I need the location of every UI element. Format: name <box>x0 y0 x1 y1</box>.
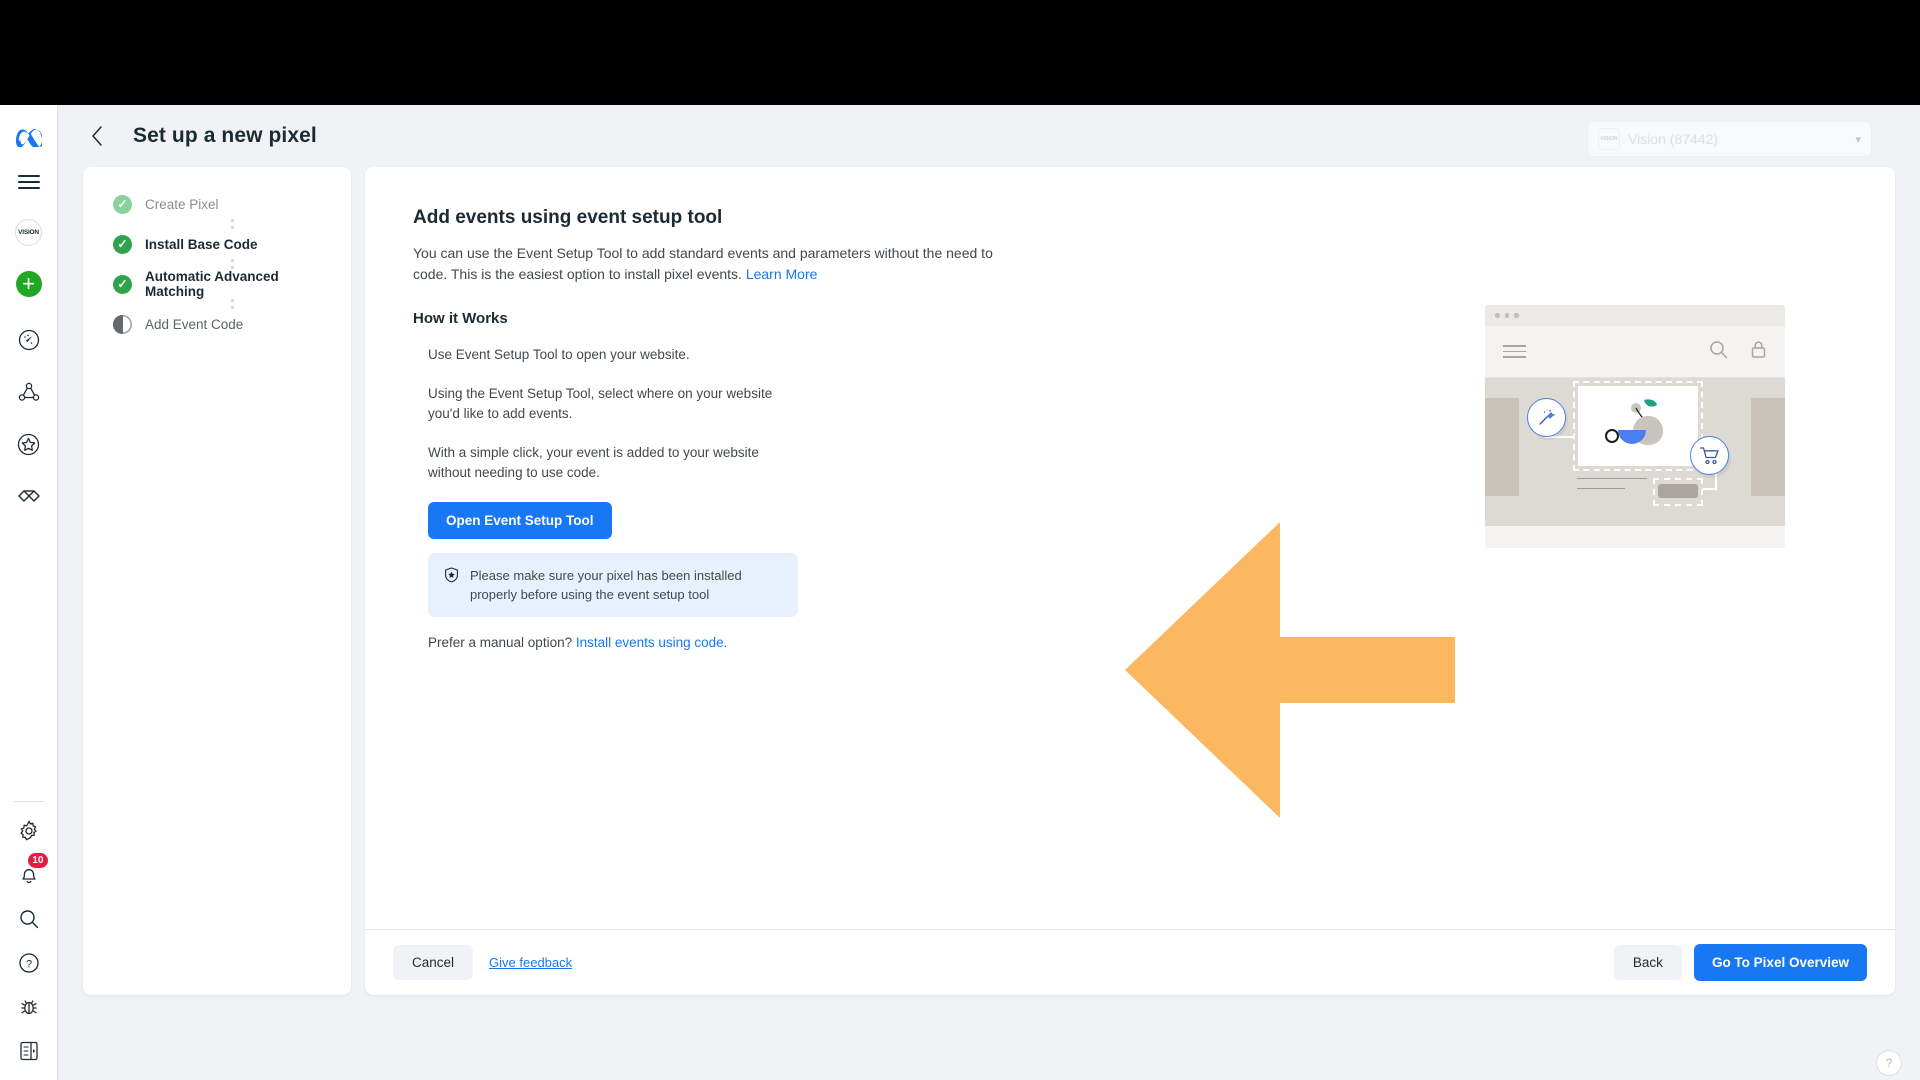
account-avatar[interactable]: VISION <box>10 213 48 251</box>
pixel-install-notice-text: Please make sure your pixel has been ins… <box>470 567 742 602</box>
notification-badge: 10 <box>28 853 48 868</box>
step-status-check-icon: ✓ <box>113 194 132 214</box>
pixel-install-notice: Please make sure your pixel has been ins… <box>428 552 798 617</box>
step-create-pixel[interactable]: ✓ Create Pixel <box>83 193 351 215</box>
browser-mockup <box>1485 305 1785 548</box>
notifications-icon[interactable]: 10 <box>10 853 48 894</box>
browser-viewport <box>1485 378 1785 526</box>
back-chevron-icon[interactable] <box>83 122 111 150</box>
shopping-cart-icon <box>1690 436 1729 475</box>
shield-icon <box>444 566 459 588</box>
cancel-button[interactable]: Cancel <box>393 945 474 980</box>
back-button[interactable]: Back <box>1613 945 1682 980</box>
audiences-icon[interactable] <box>10 373 48 411</box>
rail-divider <box>13 801 44 802</box>
step-install-base-code[interactable]: ✓ Install Base Code <box>83 233 351 255</box>
product-image <box>1578 386 1698 466</box>
browser-titlebar <box>1485 305 1785 326</box>
favorites-icon[interactable] <box>10 425 48 463</box>
step-add-event-code[interactable]: Add Event Code <box>83 313 351 335</box>
search-icon[interactable] <box>10 900 48 938</box>
title-bar <box>0 0 1920 105</box>
install-events-using-code-link[interactable]: Install events using code. <box>576 635 728 650</box>
give-feedback-link[interactable]: Give feedback <box>489 955 572 970</box>
step-status-check-icon: ✓ <box>113 274 132 294</box>
app-screen: VISION + 10 ? Set up a new pixel VISION … <box>0 0 1920 1080</box>
how-item: Use Event Setup Tool to open your websit… <box>428 347 690 362</box>
account-picker[interactable]: VISION Vision (87442) ▾ <box>1587 121 1872 157</box>
how-item: With a simple click, your event is added… <box>428 444 759 481</box>
step-label: Automatic Advanced Matching <box>145 269 279 299</box>
create-icon[interactable]: + <box>10 265 48 303</box>
card-footer: Cancel Give feedback Back Go To Pixel Ov… <box>365 929 1895 995</box>
account-logo-icon: VISION <box>1598 128 1620 150</box>
lock-icon <box>1750 340 1767 364</box>
floating-help-icon[interactable]: ? <box>1876 1050 1902 1076</box>
step-automatic-advanced-matching[interactable]: ✓ Automatic Advanced Matching <box>83 269 351 299</box>
step-label: Add Event Code <box>145 316 244 332</box>
ghost-button <box>1658 484 1698 498</box>
settings-icon[interactable] <box>10 812 48 850</box>
open-event-setup-tool-button[interactable]: Open Event Setup Tool <box>428 501 612 539</box>
go-to-pixel-overview-button[interactable]: Go To Pixel Overview <box>1693 944 1867 981</box>
step-label: Install Base Code <box>145 236 258 252</box>
footer-left-group: Cancel Give feedback <box>393 945 572 980</box>
left-nav-rail: VISION + 10 ? <box>0 105 58 1080</box>
svg-text:?: ? <box>25 959 31 971</box>
partnerships-icon[interactable] <box>10 477 48 515</box>
help-icon[interactable]: ? <box>10 944 48 982</box>
step-connector <box>83 215 351 233</box>
bug-report-icon[interactable] <box>10 988 48 1026</box>
page-title: Set up a new pixel <box>133 124 317 147</box>
menu-icon <box>1503 345 1526 358</box>
page-container: Set up a new pixel VISION Vision (87442)… <box>58 105 1920 1080</box>
learn-more-link[interactable]: Learn More <box>746 266 818 282</box>
step-status-half-icon <box>113 314 132 334</box>
chevron-down-icon: ▾ <box>1855 133 1861 146</box>
menu-icon[interactable] <box>10 163 48 201</box>
manual-option-row: Prefer a manual option? Install events u… <box>428 635 1847 650</box>
annotation-arrow <box>1125 522 1455 837</box>
manual-option-label: Prefer a manual option? <box>428 634 576 650</box>
browser-nav <box>1485 326 1785 378</box>
footer-right-group: Back Go To Pixel Overview <box>1613 944 1867 981</box>
meta-logo-icon[interactable] <box>10 119 48 157</box>
main-content-card: Add events using event setup tool You ca… <box>365 167 1895 995</box>
avatar-label: VISION <box>15 218 42 246</box>
content-columns: ✓ Create Pixel ✓ Install Base Code ✓ Aut… <box>58 167 1920 1005</box>
main-description: You can use the Event Setup Tool to add … <box>413 243 1003 284</box>
event-setup-tool-illustration <box>1485 305 1785 548</box>
main-card-body: Add events using event setup tool You ca… <box>365 167 1895 929</box>
toggle-panel-icon[interactable] <box>10 1032 48 1070</box>
step-status-check-icon: ✓ <box>113 234 132 254</box>
search-icon <box>1709 340 1728 364</box>
step-label: Create Pixel <box>145 196 219 212</box>
selection-outline-product <box>1573 381 1703 471</box>
how-item: Using the Event Setup Tool, select where… <box>428 385 773 422</box>
main-title: Add events using event setup tool <box>413 207 723 228</box>
main-description-text: You can use the Event Setup Tool to add … <box>413 245 993 282</box>
setup-steps-card: ✓ Create Pixel ✓ Install Base Code ✓ Aut… <box>83 167 351 995</box>
magic-wand-icon <box>1527 398 1566 437</box>
account-picker-value: Vision (87442) <box>1628 131 1719 147</box>
performance-icon[interactable] <box>10 321 48 359</box>
